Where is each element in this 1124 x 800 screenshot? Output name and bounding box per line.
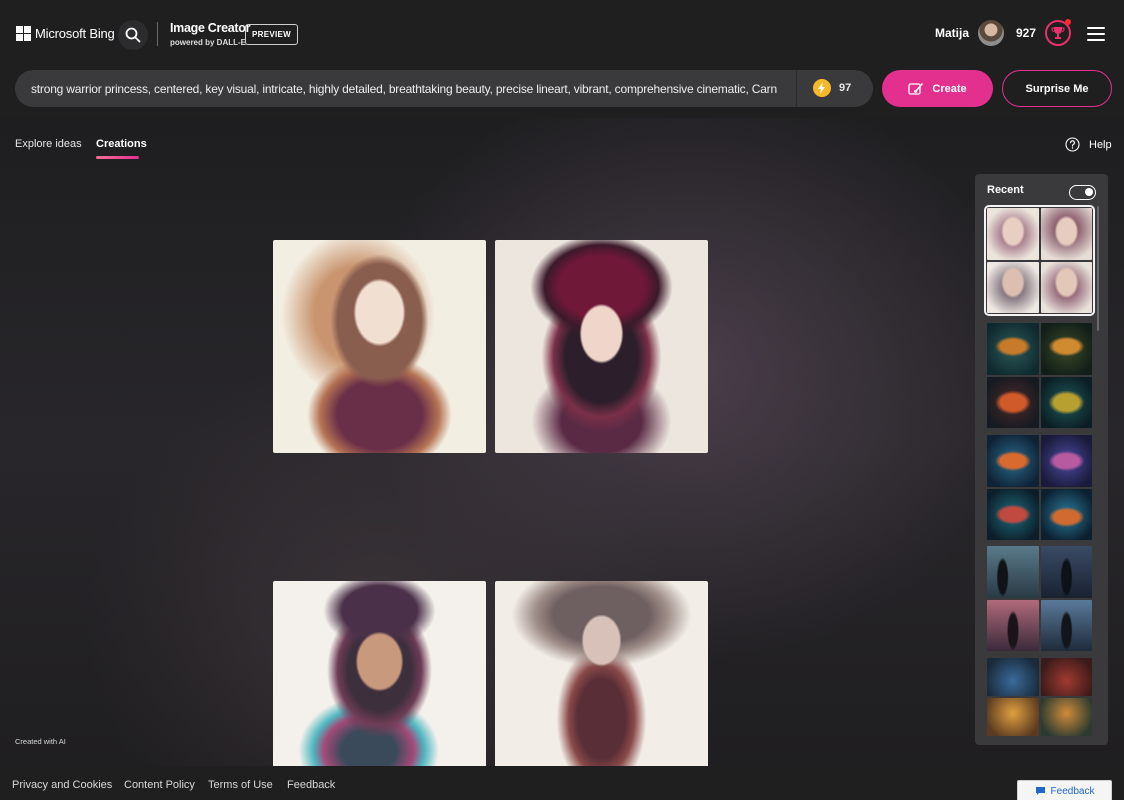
generated-image-4[interactable] bbox=[495, 581, 708, 793]
recent-item-2[interactable] bbox=[987, 323, 1092, 428]
rewards-button[interactable]: 927 bbox=[1016, 19, 1072, 46]
feedback-button[interactable]: Feedback bbox=[1017, 780, 1112, 800]
recent-panel: Recent bbox=[975, 174, 1108, 745]
create-label: Create bbox=[932, 82, 967, 95]
recent-item-4[interactable] bbox=[987, 546, 1092, 651]
notification-dot bbox=[1065, 19, 1072, 25]
main-content: Explore ideas Creations Help Created wit… bbox=[0, 118, 1124, 793]
header-divider bbox=[157, 22, 158, 46]
menu-icon[interactable] bbox=[1087, 27, 1105, 41]
user-profile-button[interactable]: Matija bbox=[935, 20, 1005, 46]
footer: Privacy and Cookies Content Policy Terms… bbox=[0, 766, 1124, 800]
created-with-ai-label: Created with AI bbox=[15, 737, 66, 746]
tab-creations[interactable]: Creations bbox=[96, 138, 147, 150]
user-name: Matija bbox=[935, 26, 970, 40]
recent-item-5[interactable] bbox=[987, 658, 1092, 736]
tab-explore-ideas[interactable]: Explore ideas bbox=[15, 138, 82, 150]
help-label: Help bbox=[1089, 138, 1112, 151]
create-button[interactable]: Create bbox=[882, 70, 993, 107]
surprise-me-button[interactable]: Surprise Me bbox=[1002, 70, 1112, 107]
rewards-count: 927 bbox=[1016, 26, 1037, 40]
preview-badge: PREVIEW bbox=[245, 24, 298, 45]
boost-lightning-icon bbox=[813, 79, 831, 97]
footer-link-terms[interactable]: Terms of Use bbox=[208, 779, 273, 791]
brand-text: Microsoft Bing bbox=[35, 26, 115, 41]
recent-scrollbar[interactable] bbox=[1097, 206, 1099, 331]
help-button[interactable]: Help bbox=[1065, 137, 1112, 152]
search-button[interactable] bbox=[118, 20, 148, 50]
recent-title: Recent bbox=[987, 184, 1024, 196]
generated-image-1[interactable] bbox=[273, 240, 486, 453]
help-icon bbox=[1065, 137, 1080, 152]
bing-logo-link[interactable]: Microsoft Bing bbox=[16, 26, 115, 41]
prompt-input[interactable] bbox=[31, 70, 777, 107]
image-creator-title[interactable]: Image Creator powered by DALL-E bbox=[170, 21, 250, 47]
rewards-trophy-icon bbox=[1045, 19, 1072, 46]
microsoft-logo-icon bbox=[16, 26, 31, 41]
recent-toggle[interactable] bbox=[1069, 185, 1096, 200]
avatar bbox=[978, 20, 1005, 46]
create-brush-icon bbox=[908, 82, 924, 95]
feedback-chat-icon bbox=[1035, 787, 1045, 795]
boost-count: 97 bbox=[839, 82, 852, 94]
generated-image-3[interactable] bbox=[273, 581, 486, 793]
prompt-bar: 97 bbox=[15, 70, 873, 107]
feedback-button-label: Feedback bbox=[1050, 785, 1095, 797]
recent-item-3[interactable] bbox=[987, 435, 1092, 540]
search-icon bbox=[125, 27, 141, 43]
active-tab-indicator bbox=[96, 156, 139, 159]
product-subtitle: powered by DALL-E bbox=[170, 38, 247, 47]
generated-image-2[interactable] bbox=[495, 240, 708, 453]
product-title: Image Creator bbox=[170, 21, 251, 35]
header: Microsoft Bing Image Creator powered by … bbox=[0, 0, 1124, 118]
recent-item-1[interactable] bbox=[984, 205, 1095, 316]
footer-link-feedback[interactable]: Feedback bbox=[287, 779, 335, 791]
footer-link-privacy[interactable]: Privacy and Cookies bbox=[12, 779, 112, 791]
footer-link-content-policy[interactable]: Content Policy bbox=[124, 779, 195, 791]
boost-counter[interactable]: 97 bbox=[813, 79, 851, 97]
prompt-divider bbox=[796, 70, 797, 107]
